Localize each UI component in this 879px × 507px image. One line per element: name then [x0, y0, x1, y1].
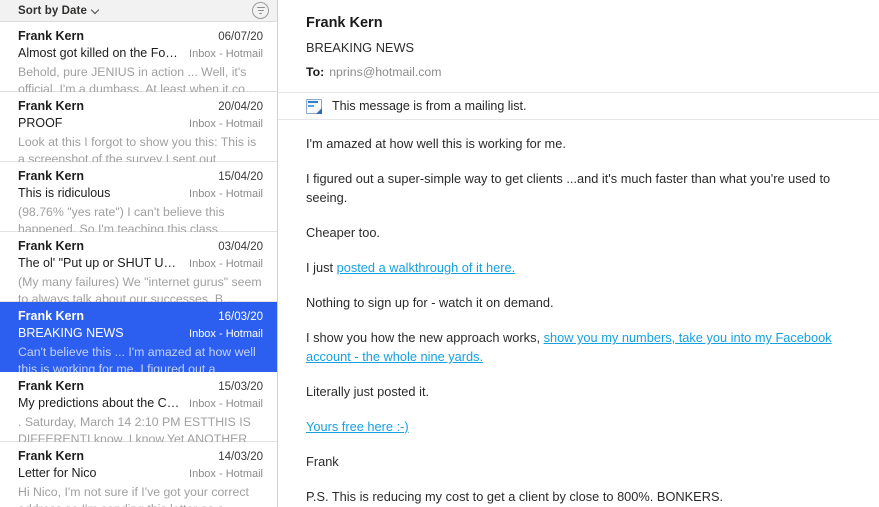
mailing-list-icon	[306, 99, 322, 114]
message-sender: Frank Kern	[18, 239, 84, 253]
message-sender: Frank Kern	[18, 29, 84, 43]
body-paragraph-6: I show you how the new approach works, s…	[306, 328, 851, 366]
message-row-subject-line: PROOF Inbox - Hotmail	[18, 115, 263, 133]
to-label: To:	[306, 65, 325, 79]
message-mailbox: Inbox - Hotmail	[189, 118, 263, 130]
message-row-header: Frank Kern 20/04/20	[18, 98, 263, 115]
message-mailbox: Inbox - Hotmail	[189, 258, 263, 270]
mailing-list-icon-corner	[316, 108, 322, 114]
mailing-list-banner-text: This message is from a mailing list.	[332, 99, 527, 113]
walkthrough-link[interactable]: posted a walkthrough of it here.	[337, 260, 516, 275]
sort-by-date-label: Sort by Date	[18, 4, 87, 17]
message-row-subject-line: Letter for Nico Inbox - Hotmail	[18, 465, 263, 483]
message-from-name: Frank Kern	[306, 15, 383, 31]
message-mailbox: Inbox - Hotmail	[189, 48, 263, 60]
body-paragraph-2: I figured out a super-simple way to get …	[306, 171, 831, 205]
filter-line-3	[258, 12, 263, 15]
message-sender: Frank Kern	[18, 169, 84, 183]
message-row-header: Frank Kern 15/03/20	[18, 378, 263, 395]
message-mailbox: Inbox - Hotmail	[189, 468, 263, 480]
body-paragraph-7: Literally just posted it.	[306, 384, 430, 399]
body-paragraph-4-prefix: I just	[306, 260, 337, 275]
mailing-list-icon-line-2	[307, 104, 314, 107]
message-subject: Letter for Nico	[18, 466, 97, 480]
message-date: 15/03/20	[218, 381, 263, 393]
message-row-5[interactable]: Frank Kern 15/03/20 My predictions about…	[0, 372, 277, 446]
sort-by-date-button[interactable]: Sort by Date	[18, 5, 101, 17]
message-mailbox: Inbox - Hotmail	[189, 328, 263, 340]
filter-list-icon[interactable]	[252, 2, 269, 19]
body-paragraph-5: Nothing to sign up for - watch it on dem…	[306, 295, 554, 310]
body-postscript: P.S. This is reducing my cost to get a c…	[306, 489, 724, 504]
message-row-header: Frank Kern 16/03/20	[18, 308, 263, 325]
message-row-6[interactable]: Frank Kern 14/03/20 Letter for Nico Inbo…	[0, 442, 277, 507]
message-row-2[interactable]: Frank Kern 15/04/20 This is ridiculous I…	[0, 162, 277, 236]
message-subject: The ol' "Put up or SHUT UP…	[18, 256, 184, 270]
body-paragraph-4: I just posted a walkthrough of it here.	[306, 258, 851, 277]
message-date: 06/07/20	[218, 31, 263, 43]
body-paragraph-1: I'm amazed at how well this is working f…	[306, 136, 566, 151]
message-sender: Frank Kern	[18, 379, 84, 393]
body-paragraph-6-prefix: I show you how the new approach works,	[306, 330, 544, 345]
message-row-header: Frank Kern 06/07/20	[18, 28, 263, 45]
message-mailbox: Inbox - Hotmail	[189, 398, 263, 410]
message-body: I'm amazed at how well this is working f…	[278, 120, 879, 506]
reading-pane: Frank Kern BREAKING NEWS To: nprins@hotma…	[278, 0, 879, 507]
message-row-header: Frank Kern 14/03/20	[18, 448, 263, 465]
message-date: 14/03/20	[218, 451, 263, 463]
message-subject: BREAKING NEWS	[18, 326, 124, 340]
message-preview: Hi Nico, I'm not sure if I've got your c…	[18, 485, 249, 507]
message-subject: This is ridiculous	[18, 186, 111, 200]
message-row-subject-line: The ol' "Put up or SHUT UP… Inbox - Hotm…	[18, 255, 263, 273]
message-recipient-row: To: nprins@hotmail.com	[306, 61, 879, 83]
yours-free-here-link[interactable]: Yours free here :-)	[306, 419, 409, 434]
message-subject-heading: BREAKING NEWS	[306, 40, 415, 55]
message-row-subject-line: BREAKING NEWS Inbox - Hotmail	[18, 325, 263, 343]
message-sender: Frank Kern	[18, 449, 84, 463]
message-mailbox: Inbox - Hotmail	[189, 188, 263, 200]
message-row-subject-line: My predictions about the C… Inbox - Hotm…	[18, 395, 263, 413]
message-row-0[interactable]: Frank Kern 06/07/20 Almost got killed on…	[0, 22, 277, 96]
message-subject: Almost got killed on the Fo…	[18, 46, 178, 60]
message-list[interactable]: Frank Kern 06/07/20 Almost got killed on…	[0, 22, 277, 507]
to-address[interactable]: nprins@hotmail.com	[329, 65, 441, 79]
message-date: 20/04/20	[218, 101, 263, 113]
chevron-down-icon	[92, 6, 101, 15]
message-sender: Frank Kern	[18, 309, 84, 323]
body-paragraph-3: Cheaper too.	[306, 225, 380, 240]
message-sender: Frank Kern	[18, 99, 84, 113]
message-header: Frank Kern BREAKING NEWS To: nprins@hotma…	[278, 0, 879, 83]
filter-line-2	[257, 9, 264, 12]
message-subject: PROOF	[18, 116, 63, 130]
message-row-subject-line: Almost got killed on the Fo… Inbox - Hot…	[18, 45, 263, 63]
body-paragraph-8: Yours free here :-)	[306, 417, 851, 436]
message-row-subject-line: This is ridiculous Inbox - Hotmail	[18, 185, 263, 203]
message-date: 03/04/20	[218, 241, 263, 253]
message-date: 15/04/20	[218, 171, 263, 183]
message-row-1[interactable]: Frank Kern 20/04/20 PROOF Inbox - Hotmai…	[0, 92, 277, 166]
message-list-toolbar: Sort by Date	[0, 0, 277, 22]
mail-window: Sort by Date Frank Kern 06/07/20 Almost …	[0, 0, 879, 507]
message-date: 16/03/20	[218, 311, 263, 323]
filter-line-1	[256, 6, 265, 9]
mailing-list-banner: This message is from a mailing list.	[278, 92, 879, 120]
mailing-list-icon-line-1	[307, 101, 318, 103]
message-row-3[interactable]: Frank Kern 03/04/20 The ol' "Put up or S…	[0, 232, 277, 306]
message-subject: My predictions about the C…	[18, 396, 180, 410]
message-row-header: Frank Kern 15/04/20	[18, 168, 263, 185]
body-signature: Frank	[306, 454, 339, 469]
message-row-4-selected[interactable]: Frank Kern 16/03/20 BREAKING NEWS Inbox …	[0, 302, 277, 376]
message-list-pane: Sort by Date Frank Kern 06/07/20 Almost …	[0, 0, 278, 507]
message-row-header: Frank Kern 03/04/20	[18, 238, 263, 255]
